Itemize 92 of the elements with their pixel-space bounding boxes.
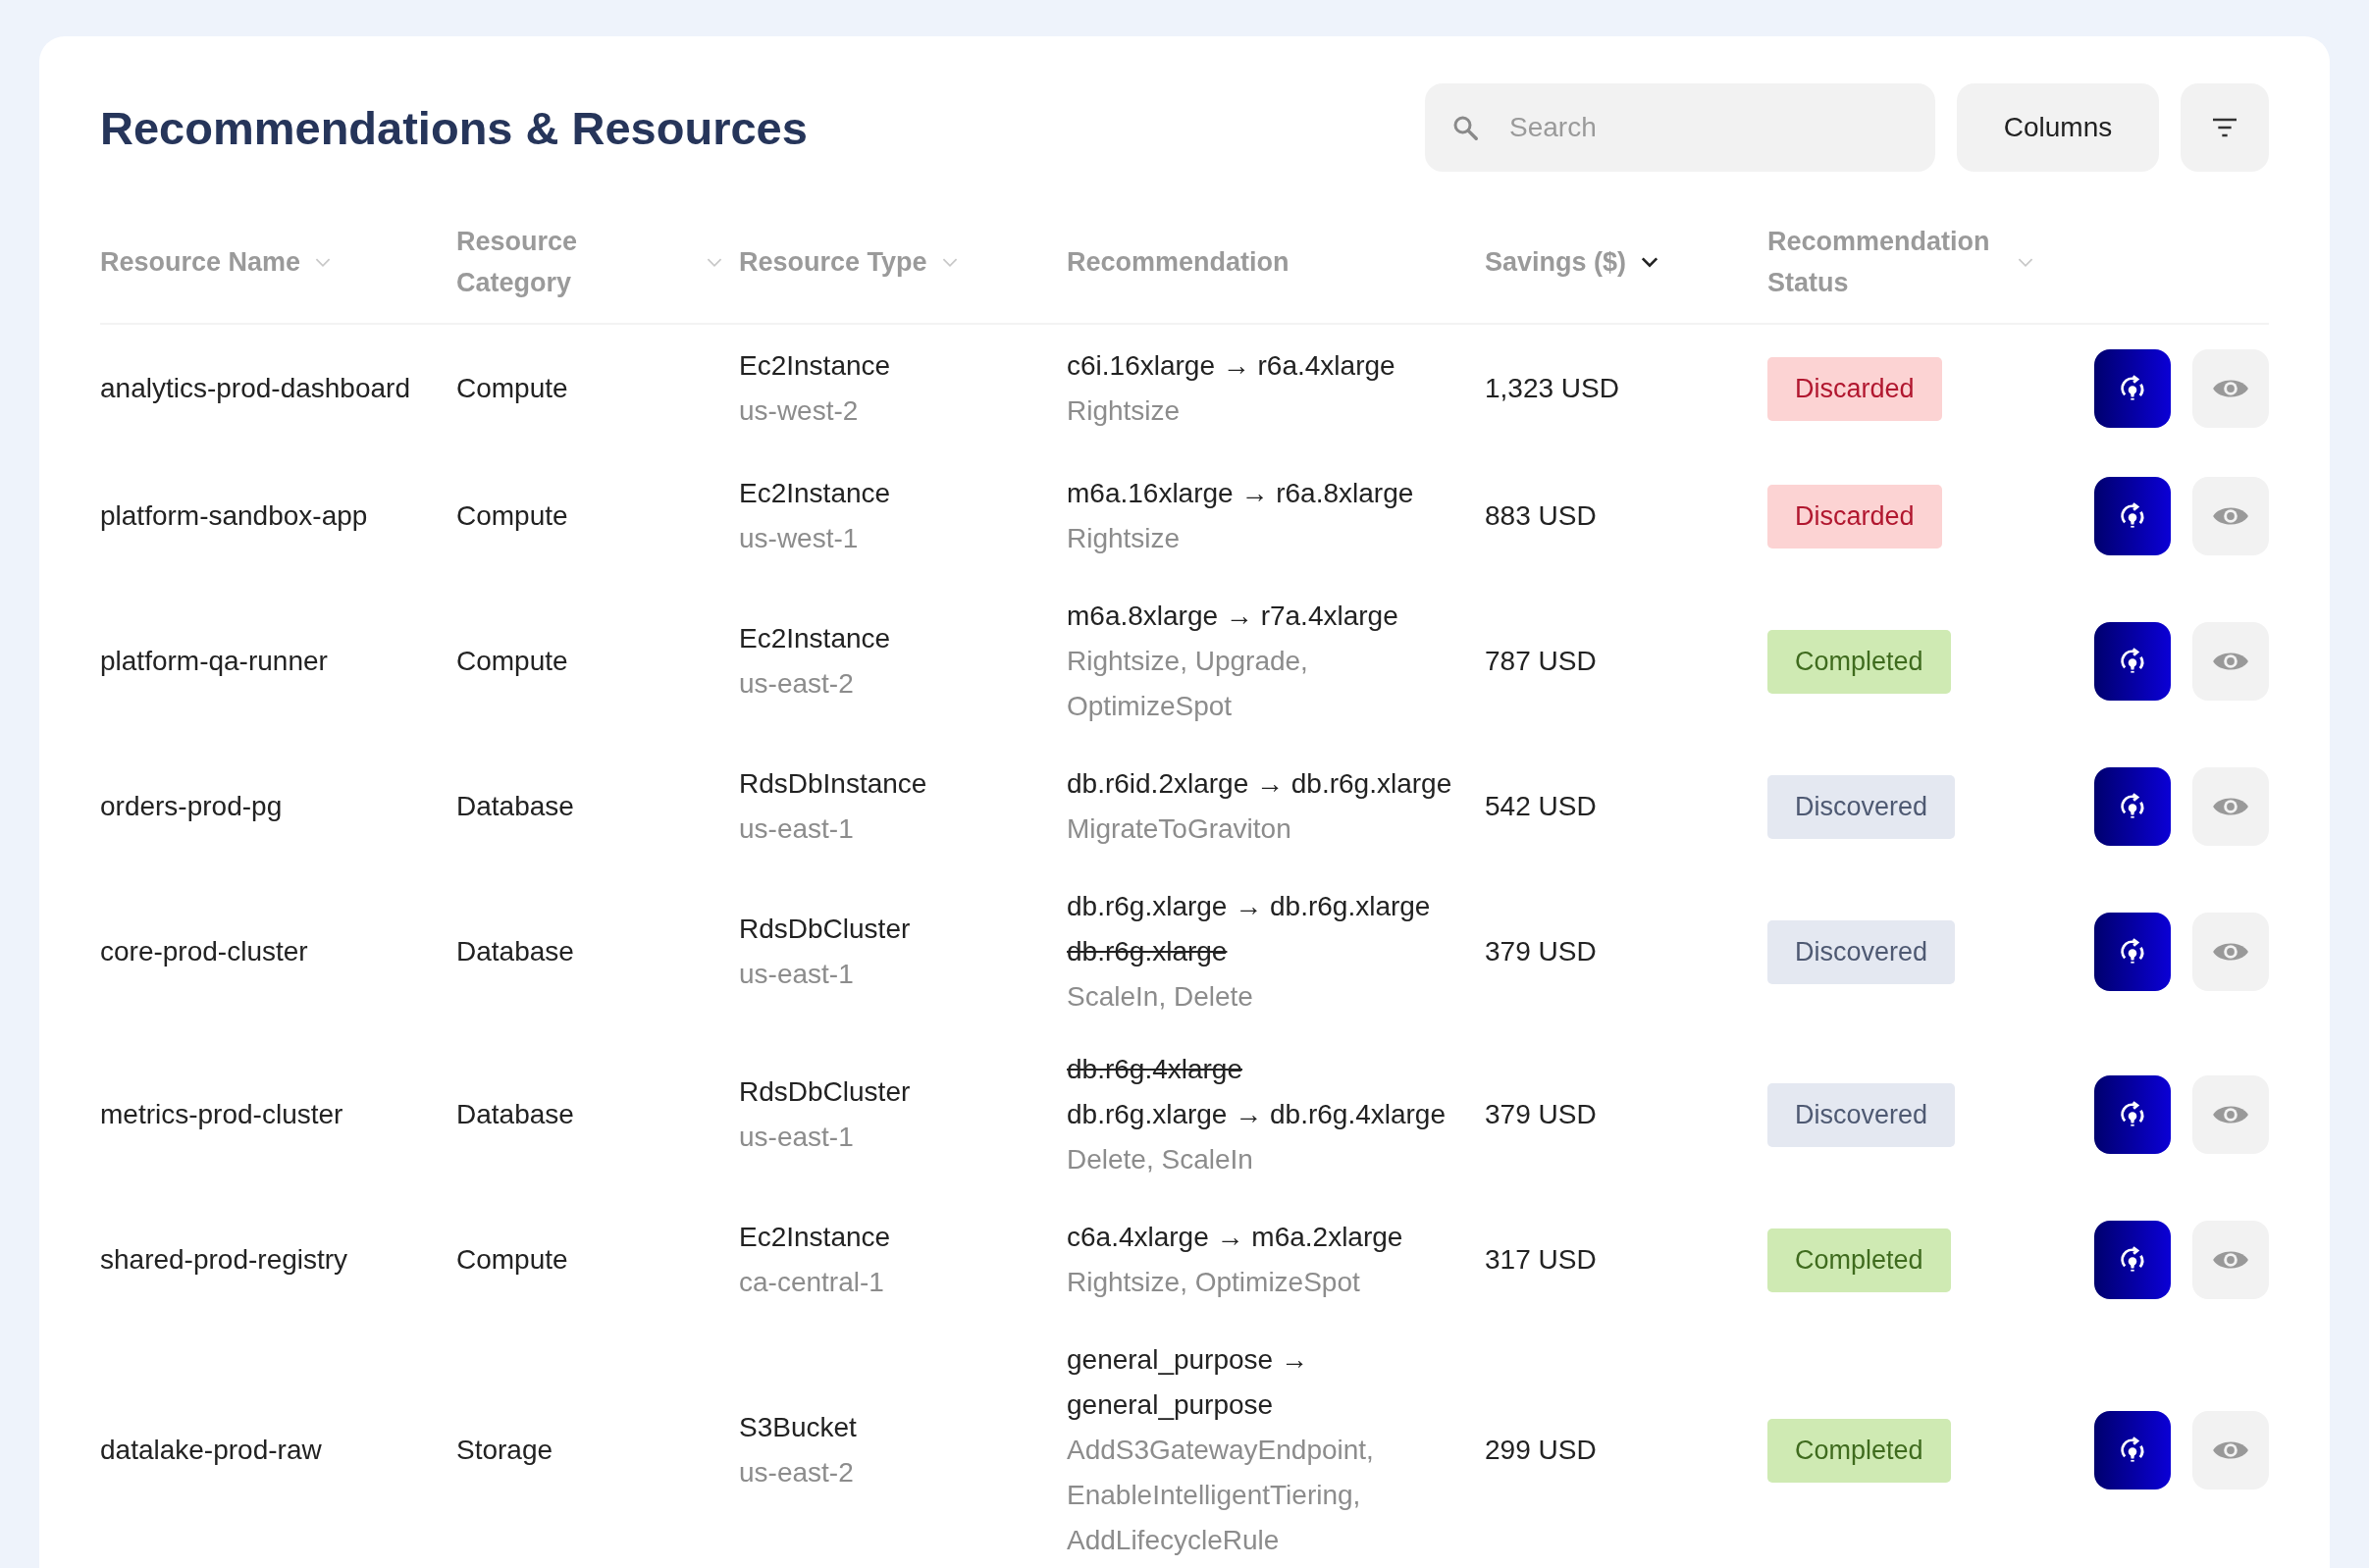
recommendation-change: c6a.4xlarge → m6a.2xlarge [1067, 1221, 1404, 1254]
recommendation-actions: MigrateToGraviton [1067, 812, 1292, 846]
recommendation-actions: AddS3GatewayEndpoint, EnableIntelligentTiering, AddLifecycleRule [1067, 1434, 1375, 1557]
resource-category: Compute [456, 645, 569, 678]
recommendation-button[interactable] [2094, 1411, 2171, 1490]
resource-name: shared-prod-registry [100, 1243, 349, 1277]
page-title: Recommendations & Resources [100, 100, 808, 155]
status-badge: Discarded [1767, 356, 1942, 421]
resource-category: Database [456, 935, 575, 968]
recommendation-button[interactable] [2094, 1221, 2171, 1299]
recommendation-button[interactable] [2094, 913, 2171, 991]
search-field[interactable]: Search [1425, 83, 1935, 172]
resource-type: Ec2Instance [739, 1221, 892, 1254]
status-badge: Discovered [1767, 774, 1956, 839]
resource-category: Compute [456, 499, 569, 533]
savings-amount: 299 USD [1485, 1434, 1598, 1467]
status-badge: Completed [1767, 1418, 1951, 1483]
column-header[interactable]: Savings ($) [1485, 241, 1627, 283]
resource-name: datalake-prod-raw [100, 1434, 323, 1467]
status-badge: Discarded [1767, 484, 1942, 549]
resource-category: Database [456, 790, 575, 823]
savings-amount: 1,323 USD [1485, 372, 1620, 405]
region: us-west-2 [739, 394, 860, 428]
region: us-west-1 [739, 522, 860, 555]
region: us-east-1 [739, 1121, 855, 1154]
region: us-east-2 [739, 667, 855, 701]
savings-amount: 883 USD [1485, 499, 1598, 533]
region: us-east-2 [739, 1456, 855, 1490]
resource-type: Ec2Instance [739, 477, 892, 510]
view-button[interactable] [2192, 1075, 2269, 1154]
recommendation-change: general_purpose → general_purpose [1067, 1343, 1309, 1422]
filter-button[interactable] [2181, 83, 2269, 172]
view-button[interactable] [2192, 349, 2269, 428]
savings-amount: 317 USD [1485, 1243, 1598, 1277]
resource-name: platform-qa-runner [100, 645, 329, 678]
columns-button[interactable]: Columns [1957, 83, 2159, 172]
recommendation-button[interactable] [2094, 477, 2171, 555]
resource-type: RdsDbCluster [739, 1075, 912, 1109]
region: ca-central-1 [739, 1266, 885, 1299]
resource-type: Ec2Instance [739, 349, 892, 383]
view-button[interactable] [2192, 1221, 2269, 1299]
resource-type: S3Bucket [739, 1411, 858, 1444]
resource-category: Compute [456, 1243, 569, 1277]
view-button[interactable] [2192, 767, 2269, 846]
resource-category: Storage [456, 1434, 554, 1467]
recommendation-change: m6a.8xlarge → r7a.4xlarge [1067, 600, 1399, 633]
previous-instance: db.r6g.4xlarge [1067, 1053, 1243, 1086]
recommendation-change: db.r6id.2xlarge → db.r6g.xlarge [1067, 767, 1453, 801]
resource-type: RdsDbCluster [739, 913, 912, 946]
recommendation-actions: Rightsize [1067, 522, 1182, 555]
previous-instance: db.r6g.xlarge [1067, 935, 1229, 968]
recommendation-actions: Rightsize, Upgrade, OptimizeSpot [1067, 645, 1309, 723]
column-header[interactable]: Resource Name [100, 241, 301, 283]
resource-type: RdsDbInstance [739, 767, 928, 801]
column-header[interactable]: Resource Category [456, 221, 692, 303]
column-header[interactable]: Resource Type [739, 241, 927, 283]
recommendation-change: db.r6g.xlarge → db.r6g.4xlarge [1067, 1098, 1447, 1131]
view-button[interactable] [2192, 913, 2269, 991]
recommendation-actions: Rightsize [1067, 394, 1182, 428]
savings-amount: 379 USD [1485, 1098, 1598, 1131]
region: us-east-1 [739, 958, 855, 991]
resource-category: Compute [456, 372, 569, 405]
savings-amount: 542 USD [1485, 790, 1598, 823]
recommendation-button[interactable] [2094, 349, 2171, 428]
view-button[interactable] [2192, 622, 2269, 701]
recommendation-change: db.r6g.xlarge → db.r6g.xlarge [1067, 890, 1432, 923]
recommendation-button[interactable] [2094, 1075, 2171, 1154]
view-button[interactable] [2192, 477, 2269, 555]
status-badge: Completed [1767, 629, 1951, 694]
savings-amount: 379 USD [1485, 935, 1598, 968]
resource-category: Database [456, 1098, 575, 1131]
resource-name: metrics-prod-cluster [100, 1098, 344, 1131]
status-badge: Completed [1767, 1228, 1951, 1292]
recommendation-actions: Delete, ScaleIn [1067, 1143, 1254, 1176]
column-header[interactable]: Recommendation Status [1767, 221, 2003, 303]
recommendation-button[interactable] [2094, 622, 2171, 701]
resource-name: orders-prod-pg [100, 790, 284, 823]
resource-name: analytics-prod-dashboard [100, 372, 411, 405]
recommendation-change: m6a.16xlarge → r6a.8xlarge [1067, 477, 1415, 510]
recommendation-button[interactable] [2094, 767, 2171, 846]
column-header: Recommendation [1067, 246, 1290, 279]
savings-amount: 787 USD [1485, 645, 1598, 678]
recommendation-actions: ScaleIn, Delete [1067, 980, 1254, 1014]
view-button[interactable] [2192, 1411, 2269, 1490]
status-badge: Discovered [1767, 919, 1956, 984]
status-badge: Discovered [1767, 1082, 1956, 1147]
recommendation-change: c6i.16xlarge → r6a.4xlarge [1067, 349, 1396, 383]
recommendation-actions: Rightsize, OptimizeSpot [1067, 1266, 1361, 1299]
resource-type: Ec2Instance [739, 622, 892, 655]
region: us-east-1 [739, 812, 855, 846]
resource-name: platform-sandbox-app [100, 499, 369, 533]
resource-name: core-prod-cluster [100, 935, 309, 968]
